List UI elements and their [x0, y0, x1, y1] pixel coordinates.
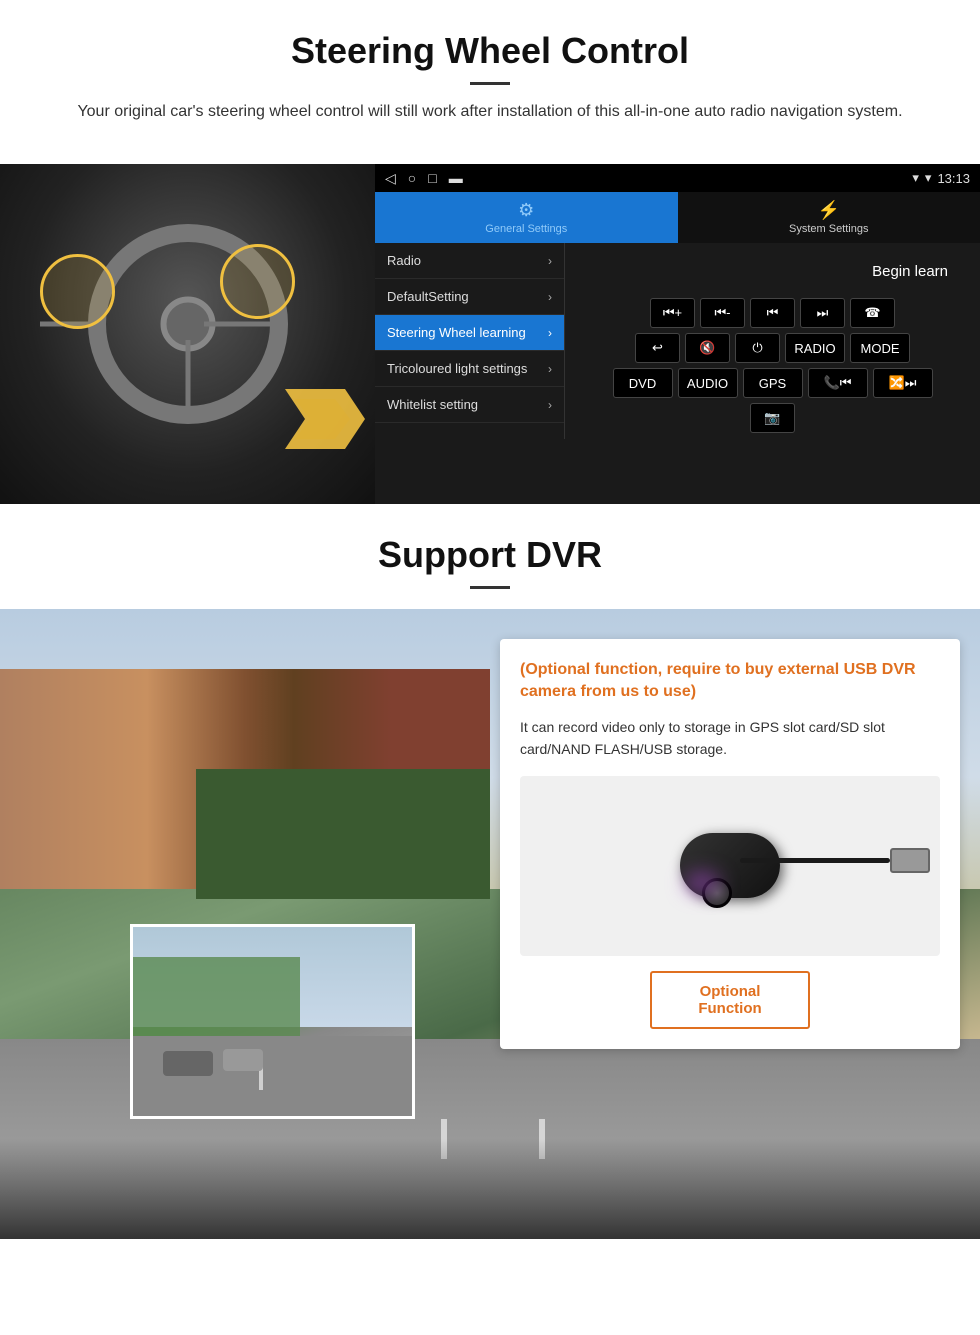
steering-wheel-image: [0, 164, 375, 504]
android-ui-panel: ◁ ○ □ ▬ ▾ ▾ 13:13 ⚙ General Settings ⚡ S…: [375, 164, 980, 504]
menu-steering-label: Steering Wheel learning: [387, 325, 526, 340]
steering-content-area: ◁ ○ □ ▬ ▾ ▾ 13:13 ⚙ General Settings ⚡ S…: [0, 164, 980, 504]
btn-phone-prev[interactable]: 📞⏮: [808, 368, 868, 398]
dvr-title: Support DVR: [40, 534, 940, 576]
begin-learn-button[interactable]: Begin learn: [854, 257, 966, 286]
system-icon: ⚡: [818, 200, 840, 221]
btn-camera[interactable]: 📷: [750, 403, 795, 433]
dvr-title-area: Support DVR: [0, 504, 980, 609]
camera-glow: [685, 873, 720, 893]
btn-dvd[interactable]: DVD: [613, 368, 673, 398]
preview-car-1: [163, 1051, 213, 1076]
menu-tricoloured-arrow: ›: [548, 362, 552, 376]
wifi-icon: ▾: [925, 170, 932, 186]
dvr-camera-illustration: [520, 776, 940, 956]
btn-vol-minus[interactable]: ⏮-: [700, 298, 745, 328]
signal-icon: ▾: [912, 170, 919, 186]
steering-wheel-section: Steering Wheel Control Your original car…: [0, 0, 980, 164]
menu-item-tricoloured[interactable]: Tricoloured light settings ›: [375, 351, 564, 387]
dashboard-overlay: [0, 1139, 980, 1239]
menu-default-arrow: ›: [548, 290, 552, 304]
back-icon[interactable]: ◁: [385, 170, 396, 187]
btn-power[interactable]: ⏻: [735, 333, 780, 363]
begin-learn-row: Begin learn: [571, 249, 974, 293]
android-menu-controls: Radio › DefaultSetting › Steering Wheel …: [375, 243, 980, 439]
dvr-preview-image: [130, 924, 415, 1119]
settings-icon: ⚙: [518, 200, 534, 221]
nav-icons: ◁ ○ □ ▬: [385, 170, 463, 187]
tab-system-label: System Settings: [789, 223, 868, 235]
steering-wheel-bg: [0, 164, 375, 504]
menu-radio-arrow: ›: [548, 254, 552, 268]
btn-radio[interactable]: RADIO: [785, 333, 845, 363]
control-row-2: ↩ 🔇 ⏻ RADIO MODE: [571, 333, 974, 363]
status-icons: ▾ ▾ 13:13: [912, 170, 970, 186]
btn-vol-plus[interactable]: ⏮+: [650, 298, 695, 328]
left-button-highlight: [40, 254, 115, 329]
control-row-3: DVD AUDIO GPS 📞⏮ 🔀⏭: [571, 368, 974, 398]
btn-shuffle-next[interactable]: 🔀⏭: [873, 368, 933, 398]
camera-body: [680, 833, 780, 898]
android-menu-list: Radio › DefaultSetting › Steering Wheel …: [375, 243, 565, 439]
dvr-trees: [196, 769, 490, 899]
dvr-preview-road: [133, 1036, 412, 1116]
control-row-1: ⏮+ ⏮- ⏮ ⏭ ☎: [571, 298, 974, 328]
tab-general-settings[interactable]: ⚙ General Settings: [375, 192, 678, 243]
time-display: 13:13: [937, 171, 970, 186]
dvr-info-card: (Optional function, require to buy exter…: [500, 639, 960, 1049]
title-divider: [470, 82, 510, 85]
menu-icon[interactable]: ▬: [449, 170, 463, 186]
menu-item-radio[interactable]: Radio ›: [375, 243, 564, 279]
btn-mute[interactable]: 🔇: [685, 333, 730, 363]
yellow-arrow: [285, 389, 365, 454]
dvr-section: Support DVR: [0, 504, 980, 1239]
android-right-controls: Begin learn ⏮+ ⏮- ⏮ ⏭ ☎ ↩ 🔇 ⏻ RADIO MODE: [565, 243, 980, 439]
menu-steering-arrow: ›: [548, 326, 552, 340]
preview-car-2: [223, 1049, 263, 1071]
menu-whitelist-arrow: ›: [548, 398, 552, 412]
tab-system-settings[interactable]: ⚡ System Settings: [678, 192, 980, 243]
recent-icon[interactable]: □: [428, 170, 436, 186]
camera-assembly: [680, 833, 780, 898]
menu-default-label: DefaultSetting: [387, 289, 469, 304]
btn-audio[interactable]: AUDIO: [678, 368, 738, 398]
btn-prev[interactable]: ⏮: [750, 298, 795, 328]
optional-function-button[interactable]: Optional Function: [650, 971, 810, 1029]
usb-connector: [890, 848, 930, 873]
subtitle-text: Your original car's steering wheel contr…: [60, 100, 920, 124]
home-icon[interactable]: ○: [408, 170, 416, 186]
dvr-divider: [470, 586, 510, 589]
menu-whitelist-label: Whitelist setting: [387, 397, 478, 412]
menu-item-whitelist[interactable]: Whitelist setting ›: [375, 387, 564, 423]
page-title: Steering Wheel Control: [40, 30, 940, 72]
tab-general-label: General Settings: [485, 223, 567, 235]
camera-cable: [740, 858, 890, 863]
control-row-4: 📷: [571, 403, 974, 433]
menu-tricoloured-label: Tricoloured light settings: [387, 361, 527, 376]
right-button-highlight: [220, 244, 295, 319]
menu-item-steering-wheel[interactable]: Steering Wheel learning ›: [375, 315, 564, 351]
optional-note: (Optional function, require to buy exter…: [520, 659, 940, 704]
btn-phone[interactable]: ☎: [850, 298, 895, 328]
menu-item-default-setting[interactable]: DefaultSetting ›: [375, 279, 564, 315]
android-status-bar: ◁ ○ □ ▬ ▾ ▾ 13:13: [375, 164, 980, 192]
dvr-description: It can record video only to storage in G…: [520, 716, 940, 761]
dvr-preview-trees: [133, 957, 300, 1037]
btn-gps[interactable]: GPS: [743, 368, 803, 398]
btn-hangup[interactable]: ↩: [635, 333, 680, 363]
dvr-background-scene: (Optional function, require to buy exter…: [0, 609, 980, 1239]
btn-mode[interactable]: MODE: [850, 333, 910, 363]
android-tabs: ⚙ General Settings ⚡ System Settings: [375, 192, 980, 243]
btn-next[interactable]: ⏭: [800, 298, 845, 328]
menu-radio-label: Radio: [387, 253, 421, 268]
